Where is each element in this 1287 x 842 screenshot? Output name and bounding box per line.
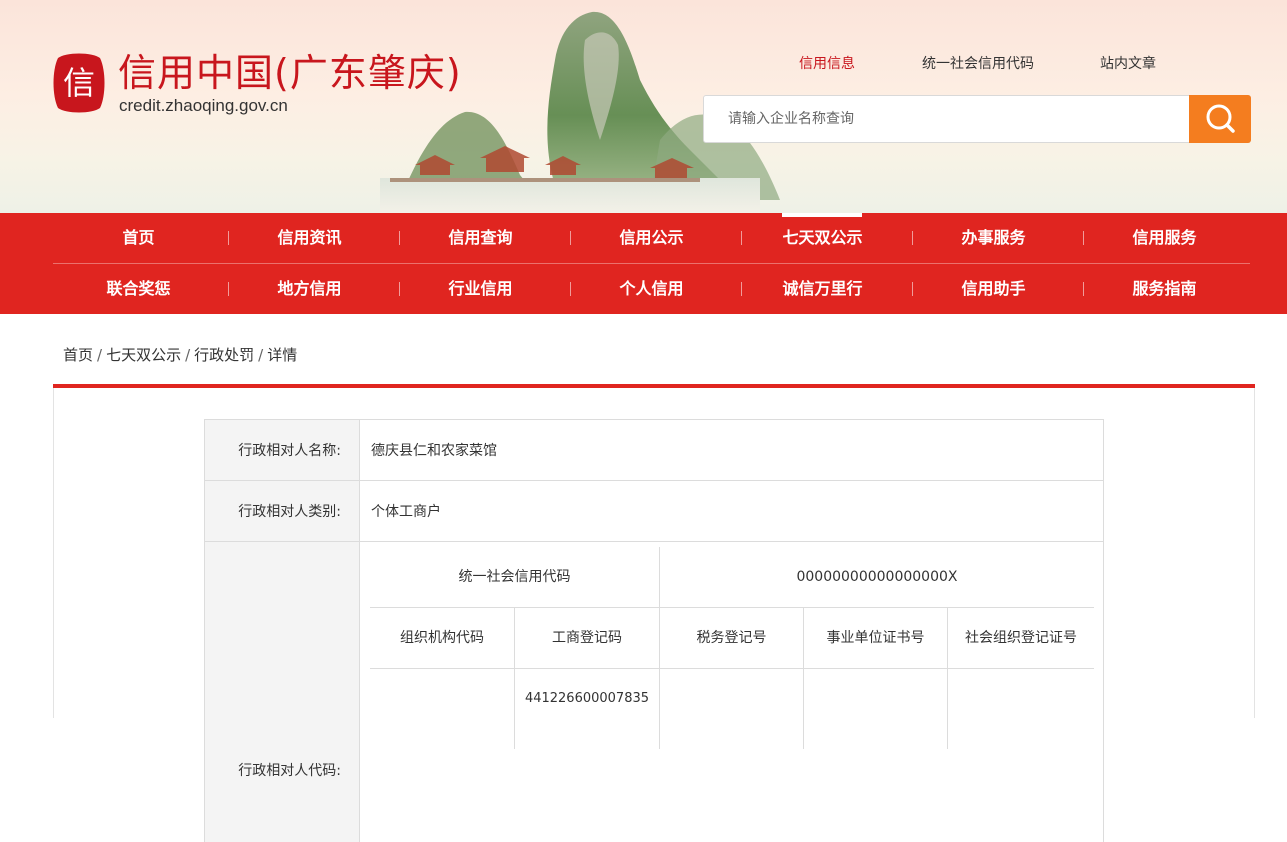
- code-header-org-code: 组织机构代码: [370, 608, 515, 669]
- nav-item-home[interactable]: 首页: [53, 213, 224, 263]
- type-label: 行政相对人类别:: [238, 504, 341, 520]
- nav-item-affairs-service[interactable]: 办事服务: [908, 213, 1079, 263]
- nav-row-2: 联合奖惩 地方信用 行业信用 个人信用 诚信万里行 信用助手 服务指南: [53, 264, 1250, 314]
- detail-row-type: 行政相对人类别: 个体工商户: [205, 481, 1103, 542]
- code-header-institution-cert: 事业单位证书号: [804, 608, 948, 669]
- code-cell-institution-cert: [804, 669, 948, 749]
- search-box: [703, 95, 1251, 143]
- site-header: 信 信用中国(广东肇庆) credit.zhaoqing.gov.cn 信用信息…: [0, 0, 1287, 213]
- code-cell-org-code: [370, 669, 515, 749]
- code-header-social-org-cert: 社会组织登记证号: [948, 608, 1094, 669]
- search-input[interactable]: [704, 96, 1192, 142]
- nav-item-personal-credit[interactable]: 个人信用: [566, 264, 737, 314]
- breadcrumb-seven-day-publicity[interactable]: 七天双公示: [106, 346, 181, 364]
- top-link-credit-info[interactable]: 信用信息: [799, 53, 855, 73]
- detail-label-cell: 行政相对人代码:: [205, 542, 360, 842]
- top-link-site-articles[interactable]: 站内文章: [1100, 53, 1156, 73]
- search-button[interactable]: [1189, 95, 1251, 143]
- code-label: 行政相对人代码:: [238, 763, 341, 779]
- nav-item-credit-publicity[interactable]: 信用公示: [566, 213, 737, 263]
- nav-item-industry-credit[interactable]: 行业信用: [395, 264, 566, 314]
- nav-item-integrity-journey[interactable]: 诚信万里行: [737, 264, 908, 314]
- breadcrumb-admin-penalty[interactable]: 行政处罚: [194, 346, 254, 364]
- code-header-tax-reg: 税务登记号: [660, 608, 804, 669]
- search-icon: [1206, 104, 1235, 133]
- detail-label-cell: 行政相对人名称:: [205, 420, 360, 480]
- breadcrumb-separator: /: [185, 346, 191, 364]
- top-links: 信用信息 统一社会信用代码 站内文章: [0, 53, 1287, 73]
- nav-item-credit-query[interactable]: 信用查询: [395, 213, 566, 263]
- main-nav: 首页 信用资讯 信用查询 信用公示 七天双公示 办事服务 信用服务 联合奖惩 地…: [0, 213, 1287, 314]
- breadcrumb: 首页 / 七天双公示 / 行政处罚 / 详情: [63, 344, 297, 365]
- code-value-business-reg: 441226600007835: [524, 691, 650, 706]
- nav-item-credit-assistant[interactable]: 信用助手: [908, 264, 1079, 314]
- detail-row-name: 行政相对人名称: 德庆县仁和农家菜馆: [205, 420, 1103, 481]
- code-header-business-reg: 工商登记码: [515, 608, 660, 669]
- breadcrumb-separator: /: [97, 346, 103, 364]
- type-value: 个体工商户: [371, 504, 441, 520]
- detail-row-code: 行政相对人代码: 统一社会信用代码 00000000000000000X 组织机…: [205, 542, 1103, 842]
- detail-table: 行政相对人名称: 德庆县仁和农家菜馆 行政相对人类别: 个体工商户 行政相对人代…: [204, 419, 1104, 842]
- breadcrumb-current: 详情: [267, 346, 298, 364]
- code-cell-business-reg: 441226600007835: [515, 669, 660, 749]
- nav-item-service-guide[interactable]: 服务指南: [1079, 264, 1250, 314]
- unified-code-label: 统一社会信用代码: [370, 547, 660, 608]
- unified-code-value: 00000000000000000X: [660, 547, 1094, 608]
- breadcrumb-separator: /: [258, 346, 264, 364]
- breadcrumb-home[interactable]: 首页: [63, 346, 93, 364]
- code-cell-tax-reg: [660, 669, 804, 749]
- code-cell-social-org-cert: [948, 669, 1094, 749]
- nav-item-local-credit[interactable]: 地方信用: [224, 264, 395, 314]
- site-url: credit.zhaoqing.gov.cn: [119, 96, 288, 115]
- nav-item-credit-service[interactable]: 信用服务: [1079, 213, 1250, 263]
- nav-item-seven-day-publicity[interactable]: 七天双公示: [737, 213, 908, 263]
- top-link-unified-code[interactable]: 统一社会信用代码: [922, 53, 1034, 73]
- detail-label-cell: 行政相对人类别:: [205, 481, 360, 541]
- name-value: 德庆县仁和农家菜馆: [371, 443, 497, 459]
- nav-item-credit-news[interactable]: 信用资讯: [224, 213, 395, 263]
- nav-item-joint-rewards[interactable]: 联合奖惩: [53, 264, 224, 314]
- name-label: 行政相对人名称:: [238, 443, 341, 459]
- nav-row-1: 首页 信用资讯 信用查询 信用公示 七天双公示 办事服务 信用服务: [53, 213, 1250, 263]
